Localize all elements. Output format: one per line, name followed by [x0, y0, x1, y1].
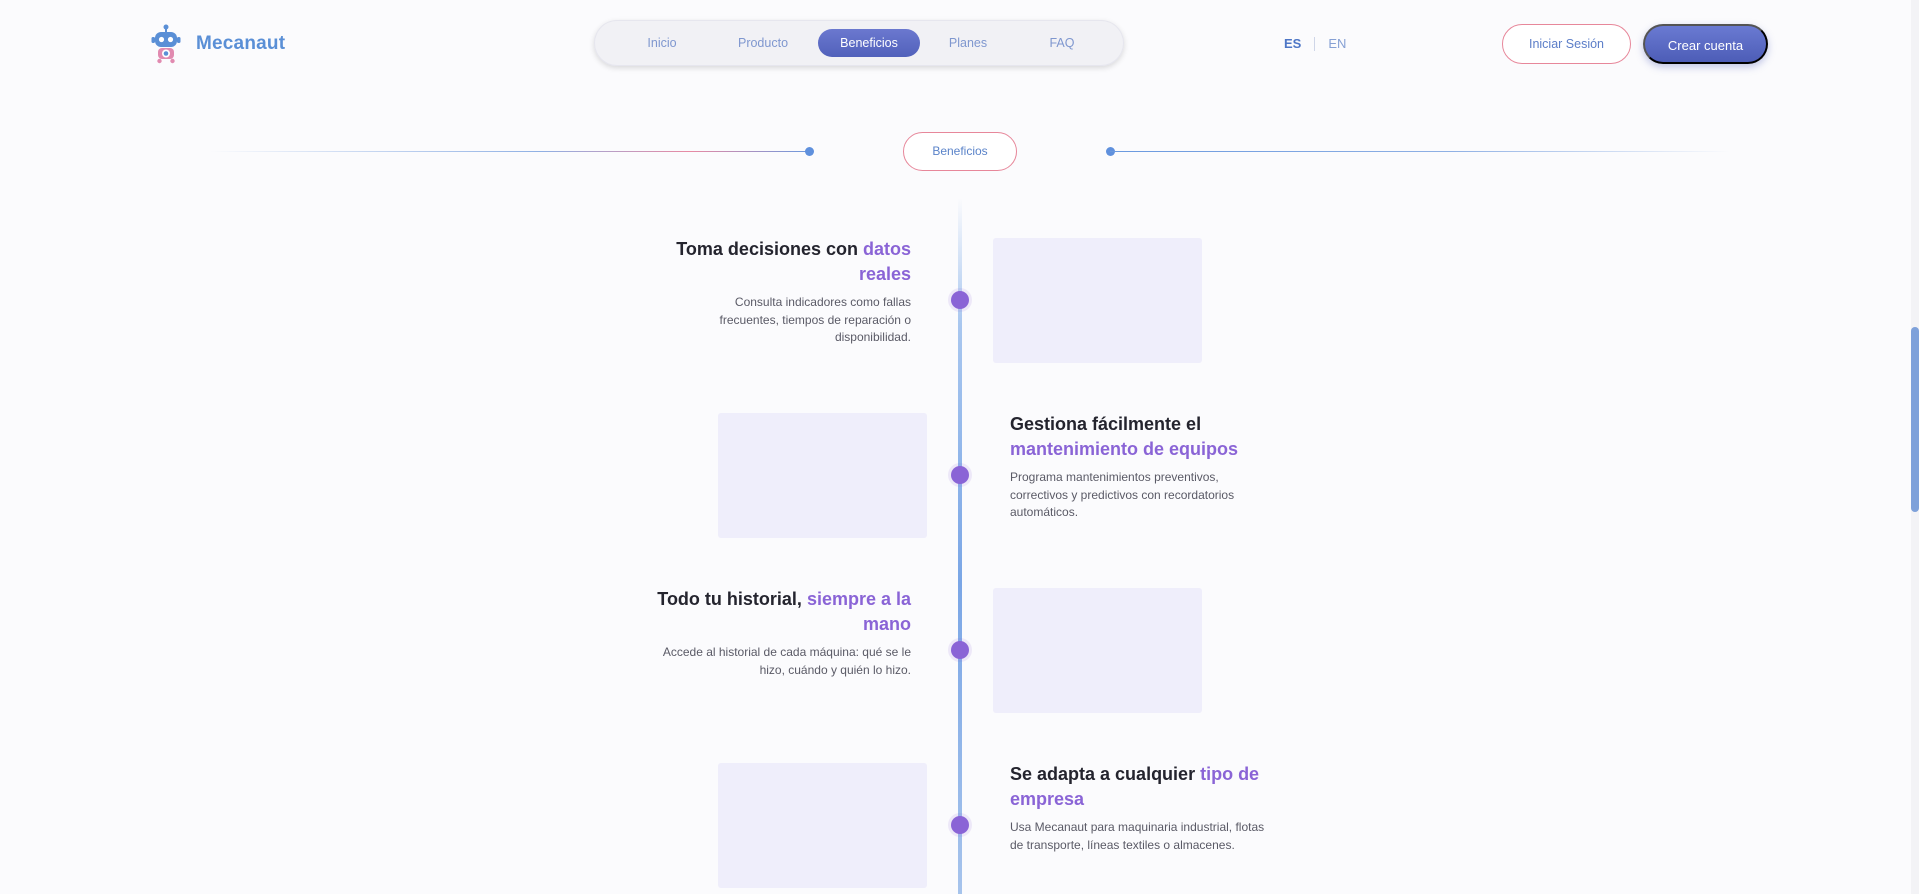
divider-line-left [210, 151, 810, 152]
nav-item-producto[interactable]: Producto [725, 29, 801, 57]
divider-line-right [1110, 151, 1730, 152]
section-pill: Beneficios [903, 132, 1017, 171]
feature-title: Toma decisiones con datos reales [651, 237, 911, 287]
robot-icon [151, 24, 181, 64]
feature-title-accent: mantenimiento de equipos [1010, 439, 1239, 459]
timeline-dot [951, 816, 969, 834]
signup-button[interactable]: Crear cuenta [1643, 24, 1768, 64]
feature-description: Consulta indicadores como fallas frecuen… [719, 295, 911, 344]
timeline-dot [951, 291, 969, 309]
feature-description: Accede al historial de cada máquina: qué… [662, 645, 911, 677]
feature-title-plain: Toma decisiones con [676, 239, 863, 259]
lang-es-option[interactable]: ES [1284, 36, 1301, 51]
feature-title: Todo tu historial, siempre a la mano [651, 587, 911, 637]
feature-title: Gestiona fácilmente el mantenimiento de … [1010, 412, 1270, 462]
scrollbar-thumb[interactable] [1911, 327, 1919, 512]
nav-item-inicio[interactable]: Inicio [634, 29, 690, 57]
feature-title-accent: siempre a la mano [806, 589, 911, 634]
nav-item-planes[interactable]: Planes [939, 29, 997, 57]
feature-description: Programa mantenimientos preventivos, cor… [1010, 470, 1235, 519]
login-button[interactable]: Iniciar Sesión [1502, 24, 1631, 64]
timeline-dot [951, 466, 969, 484]
feature-image-placeholder [993, 588, 1202, 713]
feature-title-plain: Gestiona fácilmente el [1010, 414, 1202, 434]
feature-image-placeholder [718, 413, 927, 538]
lang-separator [1314, 36, 1316, 51]
logo-text: Mecanaut [196, 33, 286, 54]
feature-image-placeholder [993, 238, 1202, 363]
feature-title-plain: Todo tu historial, [657, 589, 807, 609]
feature-title: Se adapta a cualquier tipo de empresa [1010, 762, 1285, 812]
feature-image-placeholder [718, 763, 927, 888]
timeline-dot [951, 641, 969, 659]
nav-item-faq[interactable]: FAQ [1038, 29, 1086, 57]
divider-dot-left [805, 147, 814, 156]
nav-item-beneficios[interactable]: Beneficios [818, 29, 920, 57]
logo[interactable]: Mecanaut [150, 24, 285, 64]
language-switcher: ES EN [1284, 36, 1346, 51]
feature-title-plain: Se adapta a cualquier [1010, 764, 1201, 784]
site-header: Mecanaut Inicio Producto Beneficios Plan… [0, 0, 1919, 88]
feature-title-accent: datos reales [858, 239, 911, 284]
lang-en-option[interactable]: EN [1328, 36, 1346, 51]
feature-description: Usa Mecanaut para maquinaria industrial,… [1010, 820, 1265, 852]
main-nav: Inicio Producto Beneficios Planes FAQ [594, 20, 1124, 66]
